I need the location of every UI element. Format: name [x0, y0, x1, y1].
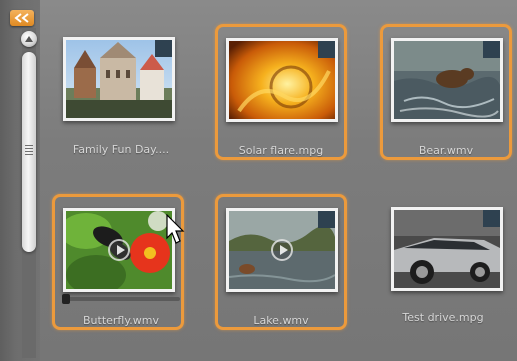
scrollbar-thumb[interactable]: [22, 52, 36, 252]
scroll-up-triangle-icon: [25, 36, 33, 42]
thumbnail: [226, 38, 338, 122]
thumbnail: [391, 207, 503, 291]
play-icon[interactable]: [108, 239, 130, 261]
media-type-badge: [483, 41, 500, 58]
thumbnail: [226, 208, 338, 292]
play-icon[interactable]: [271, 239, 293, 261]
thumbnail: [63, 208, 175, 292]
collapse-panel-button[interactable]: [10, 10, 34, 26]
grip-line: [25, 145, 33, 146]
media-item-butterfly[interactable]: Butterfly.wmv: [52, 194, 184, 330]
scrub-handle[interactable]: [62, 294, 70, 304]
thumbnail: [63, 37, 175, 121]
media-library-panel: Family Fun Day.... Solar flare.mpg Bear.…: [0, 0, 517, 361]
media-item-test-drive[interactable]: Test drive.mpg: [383, 197, 515, 333]
media-item-solar-flare[interactable]: Solar flare.mpg: [215, 24, 347, 160]
media-type-badge: [483, 210, 500, 227]
media-type-badge: [155, 40, 172, 57]
media-item-filename: Family Fun Day....: [72, 143, 170, 156]
media-item-filename: Bear.wmv: [418, 144, 474, 157]
grip-line: [25, 154, 33, 155]
preview-scrub-bar[interactable]: [62, 294, 180, 304]
double-chevron-left-icon: [14, 13, 29, 23]
media-type-badge: [318, 211, 335, 228]
media-item-bear[interactable]: Bear.wmv: [380, 24, 512, 160]
mouse-pointer-icon: [166, 214, 185, 244]
media-item-filename: Solar flare.mpg: [238, 144, 324, 157]
grip-line: [25, 151, 33, 152]
media-item-lake[interactable]: Lake.wmv: [215, 194, 347, 330]
media-type-badge: [318, 41, 335, 58]
media-item-filename: Lake.wmv: [253, 314, 309, 327]
grip-line: [25, 148, 33, 149]
scroll-up-button[interactable]: [21, 31, 37, 47]
media-item-filename: Butterfly.wmv: [82, 314, 160, 327]
media-item-filename: Test drive.mpg: [402, 311, 484, 324]
media-item-family-fun-day[interactable]: Family Fun Day....: [55, 27, 187, 163]
thumbnail: [391, 38, 503, 122]
